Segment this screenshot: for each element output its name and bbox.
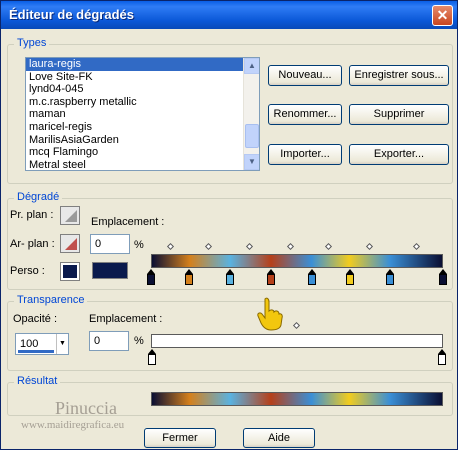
delete-button[interactable]: Supprimer (349, 104, 449, 125)
opacity-label: Opacité : (13, 313, 58, 325)
list-item[interactable]: Metral steel (26, 159, 259, 170)
gradient-stop[interactable] (184, 269, 193, 286)
list-item[interactable]: MarilisAsiaGarden (26, 134, 259, 147)
list-item[interactable]: lynd04-045 (26, 83, 259, 96)
help-button[interactable]: Aide (243, 428, 315, 448)
close-button[interactable]: ✕ (432, 5, 453, 26)
watermark-name: Pinuccia (55, 398, 117, 418)
scroll-thumb[interactable] (245, 124, 259, 148)
list-item[interactable]: maman (26, 108, 259, 121)
custom-color-preview[interactable] (92, 262, 128, 279)
custom-color-swatch[interactable] (60, 262, 80, 281)
opacity-level-bar (18, 350, 54, 353)
gradient-stops (147, 269, 447, 287)
foreground-color-button[interactable] (60, 206, 80, 225)
watermark-url: www.maidiregrafica.eu (21, 419, 125, 431)
transparency-percent-label: % (134, 335, 144, 347)
window-title: Éditeur de dégradés (9, 7, 134, 22)
opacity-dropdown-icon[interactable]: ▼ (56, 334, 68, 354)
foreground-gradient-icon (65, 210, 77, 222)
gradient-stop[interactable] (147, 269, 155, 286)
gradient-stop[interactable] (266, 269, 275, 286)
close-dialog-button[interactable]: Fermer (144, 428, 216, 448)
save-as-button[interactable]: Enregistrer sous... (349, 65, 449, 86)
gradient-midpoint[interactable] (205, 242, 213, 251)
gradient-stop[interactable] (439, 269, 447, 286)
gradient-preview-bar[interactable] (151, 254, 443, 268)
gradient-midpoint[interactable] (325, 242, 333, 251)
gradient-list[interactable]: laura-regis Love Site-FK lynd04-045 m.c.ras… (25, 57, 260, 171)
gradient-midpoint[interactable] (365, 242, 374, 251)
transparency-stop-left[interactable] (148, 349, 156, 366)
transparency-group-label: Transparence (14, 294, 88, 306)
gradient-stop[interactable] (345, 269, 354, 286)
list-item[interactable]: mcq Flamingo (26, 146, 259, 159)
list-item[interactable]: laura-regis (26, 58, 259, 71)
gradient-group-label: Dégradé (14, 191, 63, 203)
gradient-midpoint[interactable] (167, 242, 175, 251)
types-group-label: Types (14, 37, 50, 49)
custom-color-fill (63, 265, 77, 278)
list-item[interactable]: m.c.raspberry metallic (26, 96, 259, 109)
title-bar[interactable]: Éditeur de dégradés ✕ (1, 1, 457, 29)
gradient-stop[interactable] (386, 269, 395, 286)
result-preview-bar (151, 392, 443, 406)
foreground-label: Pr. plan : (10, 209, 54, 221)
gradient-percent-label: % (134, 239, 144, 251)
transparency-stop-right[interactable] (438, 349, 446, 366)
import-button[interactable]: Importer... (268, 144, 342, 165)
gradient-editor-window: Éditeur de dégradés ✕ Types laura-regis L… (0, 0, 458, 450)
scroll-up-icon[interactable]: ▲ (244, 58, 259, 74)
gradient-midpoint[interactable] (246, 242, 254, 251)
new-button[interactable]: Nouveau... (268, 65, 342, 86)
gradient-stop[interactable] (225, 269, 234, 286)
gradient-location-input[interactable]: 0 (90, 234, 130, 254)
gradient-midpoint[interactable] (287, 242, 295, 251)
transparency-location-input[interactable]: 0 (89, 331, 129, 351)
background-color-button[interactable] (60, 234, 80, 253)
background-gradient-icon (65, 238, 77, 250)
opacity-value: 100 (20, 338, 39, 350)
list-scrollbar[interactable]: ▲ ▼ (243, 58, 259, 170)
background-label: Ar- plan : (10, 238, 55, 250)
pointer-hand-icon (257, 297, 283, 331)
export-button[interactable]: Exporter... (349, 144, 449, 165)
custom-label: Perso : (10, 265, 45, 277)
gradient-midpoint[interactable] (412, 242, 420, 251)
opacity-spinner[interactable]: 100 ▼ (15, 333, 69, 355)
list-item[interactable]: maricel-regis (26, 121, 259, 134)
location-label: Emplacement : (91, 216, 165, 228)
gradient-midpoints (151, 242, 443, 253)
rename-button[interactable]: Renommer... (268, 104, 342, 125)
result-group-label: Résultat (14, 375, 61, 387)
transparency-bar[interactable] (151, 334, 443, 348)
scroll-down-icon[interactable]: ▼ (244, 154, 259, 170)
gradient-stop[interactable] (307, 269, 316, 286)
transparency-location-label: Emplacement : (89, 313, 163, 325)
list-item[interactable]: Love Site-FK (26, 71, 259, 84)
